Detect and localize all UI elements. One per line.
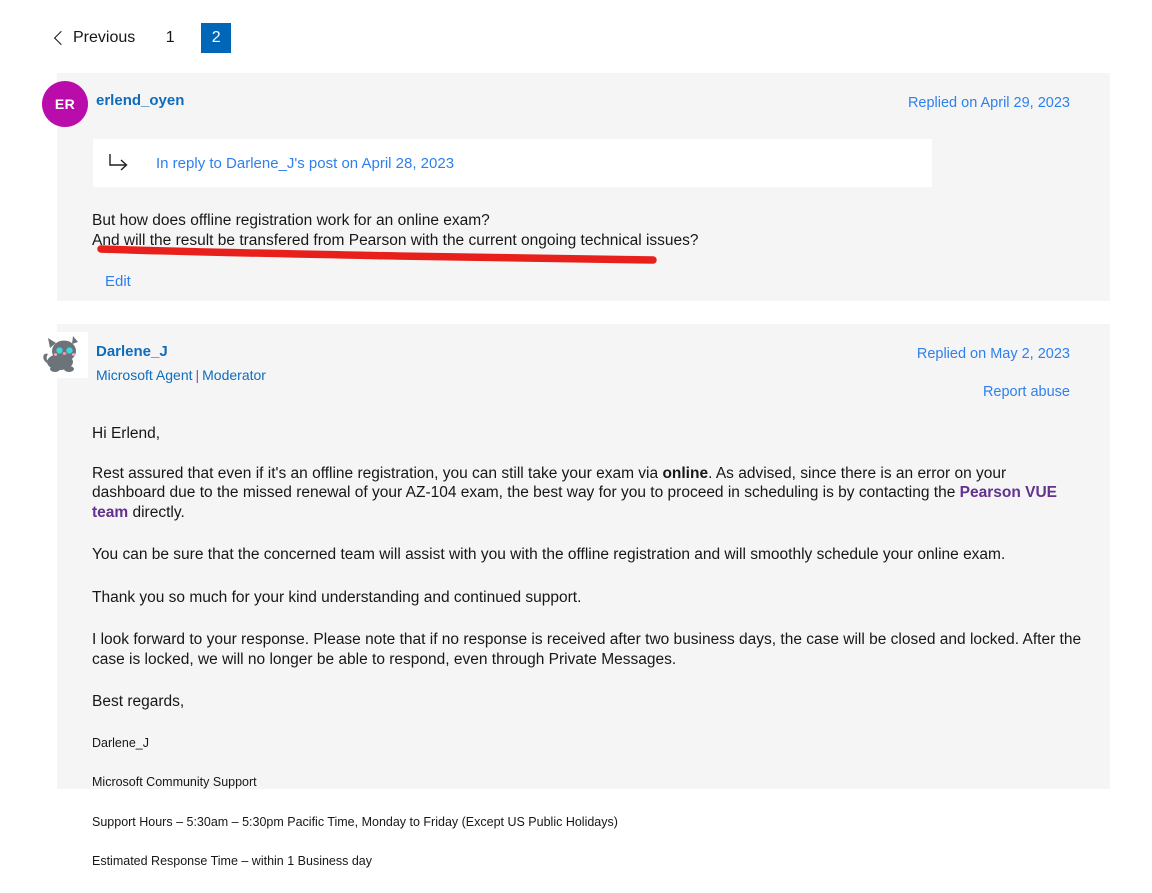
replied-on-link[interactable]: Replied on May 2, 2023 (917, 344, 1070, 364)
quoted-reply-link[interactable]: In reply to Darlene_J's post on April 28… (156, 155, 454, 172)
pagination-page-1[interactable]: 1 (155, 23, 185, 53)
post-body-line-2: And will the result be transfered from P… (92, 232, 699, 249)
role-moderator[interactable]: Moderator (202, 367, 266, 383)
post-body-line-1: But how does offline registration work f… (92, 212, 490, 229)
paragraph-thank-you: Thank you so much for your kind understa… (92, 588, 582, 606)
signature-org: Microsoft Community Support (92, 775, 257, 789)
avatar[interactable] (42, 332, 88, 378)
post-header: erlend_oyen (96, 91, 184, 111)
post-header: Darlene_J Microsoft Agent | Moderator (96, 342, 266, 386)
avatar[interactable]: ER (42, 81, 88, 127)
reply-arrow-icon (109, 154, 128, 171)
paragraph-bold-online: online (662, 464, 709, 482)
chevron-left-icon (54, 30, 64, 46)
paragraph-online-exam: Rest assured that even if it's an offlin… (92, 464, 1082, 523)
post-card-erlend-oyen: ER erlend_oyen Replied on April 29, 2023… (42, 73, 1110, 301)
signature-support-hours: Support Hours – 5:30am – 5:30pm Pacific … (92, 814, 618, 829)
role-microsoft-agent[interactable]: Microsoft Agent (96, 367, 193, 383)
replied-on-link[interactable]: Replied on April 29, 2023 (908, 93, 1070, 113)
author-roles: Microsoft Agent | Moderator (96, 364, 266, 386)
paragraph-case-closure: I look forward to your response. Please … (92, 631, 1082, 668)
cat-avatar-icon (42, 332, 88, 378)
paragraph-text-part-3: directly. (128, 503, 185, 521)
post-meta: Replied on May 2, 2023 Report abuse (917, 344, 1070, 402)
post-author-link[interactable]: erlend_oyen (96, 91, 184, 111)
paragraph-best-regards: Best regards, (92, 693, 185, 710)
post-body: But how does offline registration work f… (92, 211, 699, 251)
paragraph-text-part-1: Rest assured that even if it's an offlin… (92, 464, 663, 482)
post-meta: Replied on April 29, 2023 (908, 93, 1070, 113)
post-card-darlene-j: Darlene_J Microsoft Agent | Moderator Repl… (42, 324, 1110, 868)
paragraph-assist: You can be sure that the concerned team … (92, 546, 1006, 563)
signature-response-time: Estimated Response Time – within 1 Busin… (92, 854, 372, 868)
avatar-initials: ER (42, 81, 88, 127)
pagination-page-2[interactable]: 2 (201, 23, 232, 53)
pagination-previous-button[interactable]: Previous (50, 29, 139, 47)
post-author-link[interactable]: Darlene_J (96, 342, 266, 362)
report-abuse-link[interactable]: Report abuse (917, 382, 1070, 402)
role-separator: | (195, 367, 200, 383)
pagination: Previous 1 2 (50, 22, 232, 54)
pagination-previous-label: Previous (73, 29, 136, 46)
quoted-reply-box[interactable]: In reply to Darlene_J's post on April 28… (93, 139, 932, 187)
paragraph-greeting: Hi Erlend, (92, 425, 161, 442)
post-body: Hi Erlend, Rest assured that even if it'… (92, 424, 1082, 893)
edit-post-link[interactable]: Edit (105, 273, 131, 290)
signature-name: Darlene_J (92, 735, 149, 750)
